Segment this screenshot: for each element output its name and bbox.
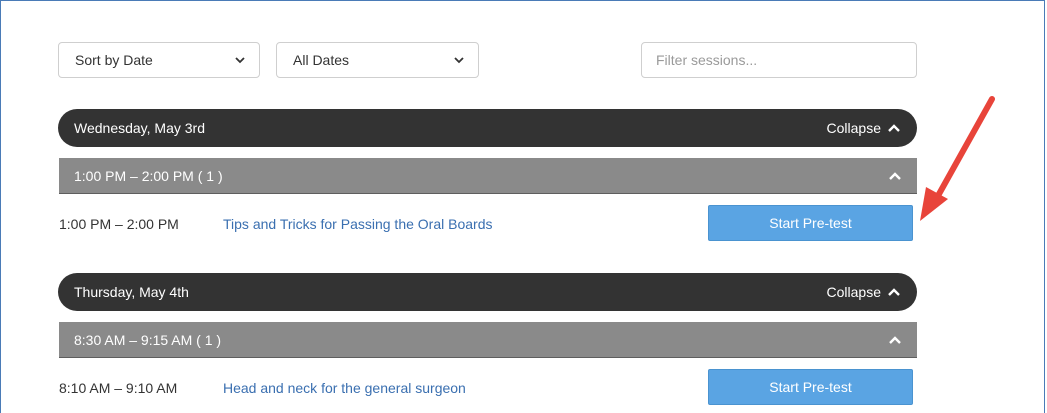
day-header-thursday: Thursday, May 4th Collapse — [58, 273, 917, 311]
session-time: 1:00 PM – 2:00 PM — [59, 216, 179, 232]
day-label: Thursday, May 4th — [74, 284, 189, 300]
page-frame: Sort by Date All Dates Wednesday, May 3r… — [0, 0, 1045, 413]
chevron-up-icon[interactable] — [888, 171, 902, 181]
date-select-value: All Dates — [293, 52, 350, 68]
chevron-up-icon[interactable] — [888, 335, 902, 345]
chevron-up-icon — [888, 124, 900, 132]
session-title-link[interactable]: Head and neck for the general surgeon — [223, 380, 466, 396]
time-slot-header[interactable]: 8:30 AM – 9:15 AM ( 1 ) — [59, 322, 917, 358]
start-pretest-button[interactable]: Start Pre-test — [708, 369, 913, 405]
time-slot-label: 1:00 PM – 2:00 PM ( 1 ) — [74, 167, 223, 184]
time-slot-label: 8:30 AM – 9:15 AM ( 1 ) — [74, 331, 222, 348]
session-title-link[interactable]: Tips and Tricks for Passing the Oral Boa… — [223, 216, 492, 232]
chevron-down-icon — [235, 57, 245, 64]
collapse-button[interactable]: Collapse — [827, 120, 901, 136]
chevron-up-icon — [888, 288, 900, 296]
date-select[interactable]: All Dates — [276, 42, 479, 78]
session-time: 8:10 AM – 9:10 AM — [59, 380, 178, 396]
time-slot-header[interactable]: 1:00 PM – 2:00 PM ( 1 ) — [59, 158, 917, 194]
red-arrow-icon — [920, 96, 995, 221]
sort-select[interactable]: Sort by Date — [58, 42, 260, 78]
start-pretest-button[interactable]: Start Pre-test — [708, 205, 913, 241]
collapse-label: Collapse — [826, 284, 881, 300]
filter-sessions-input[interactable] — [641, 42, 917, 78]
day-label: Wednesday, May 3rd — [74, 120, 205, 136]
collapse-button[interactable]: Collapse — [827, 284, 901, 300]
collapse-label: Collapse — [826, 120, 881, 136]
chevron-down-icon — [454, 57, 464, 64]
day-header-wednesday: Wednesday, May 3rd Collapse — [58, 109, 917, 147]
sort-select-value: Sort by Date — [75, 52, 153, 68]
